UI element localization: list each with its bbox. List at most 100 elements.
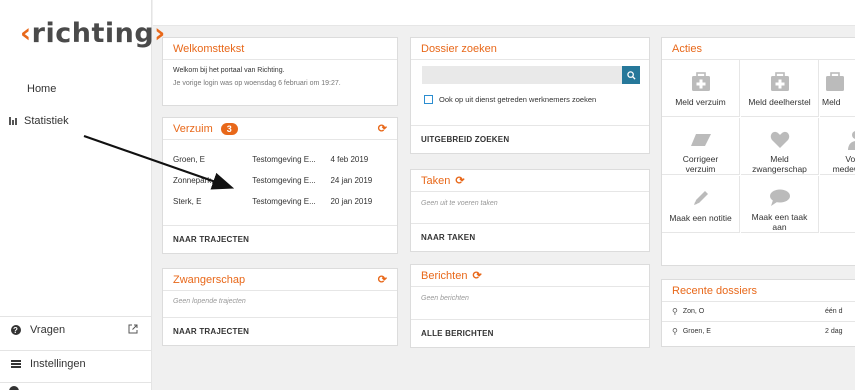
top-bar (153, 0, 855, 26)
row-name: Sterk, E (173, 197, 202, 206)
logo-chevron-left: ‹ (20, 18, 32, 49)
card-title: Dossier zoeken (411, 38, 649, 60)
heart-icon (770, 129, 790, 150)
user-icon (820, 129, 855, 150)
sidebar-item-label: Instellingen (30, 358, 86, 370)
recente-dossiers-card: Recente dossiers ⚲ Zon, O één d ⚲ Groen,… (661, 279, 855, 347)
card-title: Welkomsttekst (163, 38, 397, 60)
refresh-icon[interactable]: ⟳ (378, 273, 387, 286)
sidebar-item-label: Statistiek (24, 115, 69, 127)
card-header: Verzuim 3 ⟳ (163, 118, 397, 140)
card-title: Taken (421, 174, 451, 187)
refresh-icon[interactable]: ⟳ (472, 269, 481, 282)
list-item[interactable]: ⚲ Groen, E 2 dag (662, 321, 855, 340)
welcome-text: Welkom bij het portaal van Richting. (173, 67, 285, 74)
card-header: Berichten ⟳ (411, 265, 649, 287)
dossier-time: één d (825, 308, 843, 315)
meld-verzuim-button[interactable]: Meld verzuim (662, 60, 740, 117)
acties-card: Acties Meld verzuim Meld deelherstel Mel… (661, 37, 855, 266)
medkit-icon (822, 71, 855, 93)
dossier-zoeken-card: Dossier zoeken Ook op uit dienst getrede… (410, 37, 650, 154)
user-circle-icon (9, 386, 19, 390)
maak-notitie-button[interactable]: Maak een notitie (662, 176, 740, 233)
dossier-name: Zon, O (682, 308, 705, 315)
meld-deelherstel-button[interactable]: Meld deelherstel (741, 60, 819, 117)
uitgebreid-zoeken-link[interactable]: UITGEBREID ZOEKEN (411, 125, 649, 153)
welkomsttekst-card: Welkomsttekst Welkom bij het portaal van… (162, 37, 398, 106)
naar-taken-link[interactable]: NAAR TAKEN (411, 223, 649, 251)
count-badge: 3 (220, 122, 238, 135)
sidebar-item-instellingen[interactable]: Instellingen (0, 350, 152, 377)
list-item[interactable]: ⚲ Zon, O één d (662, 302, 855, 321)
card-header: Taken ⟳ (411, 170, 649, 192)
row-environment: Testomgeving E... (252, 176, 316, 185)
sidebar-item-label: Home (27, 83, 57, 95)
action-label: Meld verzuim (675, 97, 726, 107)
card-title: Recente dossiers (662, 280, 855, 302)
pencil-icon (692, 187, 710, 209)
search-input[interactable] (422, 66, 640, 84)
card-title: Acties (662, 38, 855, 60)
eraser-icon (690, 129, 712, 150)
sidebar-item-vragen[interactable]: ? Vragen (0, 316, 152, 343)
naar-trajecten-link[interactable]: NAAR TRAJECTEN (163, 317, 397, 345)
taken-card: Taken ⟳ Geen uit te voeren taken NAAR TA… (410, 169, 650, 252)
sidebar: ‹richting› Home Statistiek ? Vragen Inst… (0, 0, 165, 390)
empty-state-text: Geen uit te voeren taken (421, 200, 498, 207)
dossier-time: 2 dag (825, 327, 843, 335)
refresh-icon[interactable]: ⟳ (455, 174, 464, 187)
medkit-icon (769, 71, 791, 93)
external-link-icon (128, 324, 138, 337)
row-date: 24 jan 2019 (330, 176, 373, 185)
corrigeer-verzuim-button[interactable]: Corrigeer verzuim (662, 118, 740, 175)
card-title: Verzuim (173, 122, 213, 135)
pin-icon: ⚲ (672, 326, 678, 336)
zwangerschap-card: Zwangerschap ⟳ Geen lopende trajecten NA… (162, 268, 398, 346)
maak-taak-button[interactable]: Maak een taak aan (741, 176, 819, 233)
sidebar-item-label: Vragen (30, 324, 66, 336)
meld-button[interactable]: Meld (820, 60, 855, 117)
alle-berichten-link[interactable]: ALLE BERICHTEN (411, 319, 649, 347)
empty-action-slot (820, 176, 855, 233)
richting-logo[interactable]: ‹richting› (20, 18, 166, 49)
verzuim-list: Groen, E Testomgeving E... 4 feb 2019 Zo… (163, 149, 397, 212)
row-name: Groen, E (173, 155, 206, 164)
speech-bubble-icon (769, 187, 791, 208)
card-header: Zwangerschap ⟳ (163, 269, 397, 291)
search-icon (626, 70, 636, 80)
sidebar-item-partial[interactable] (0, 382, 152, 390)
action-label: Meld deelherstel (748, 97, 811, 107)
table-row[interactable]: Sterk, E Testomgeving E... 20 jan 2019 (163, 191, 397, 212)
action-label: Meld zwangerschap (752, 154, 807, 174)
action-label: Maak een notitie (669, 213, 732, 223)
dossier-name: Groen, E (682, 327, 711, 335)
sidebar-item-statistiek[interactable]: Statistiek (9, 115, 69, 127)
inactive-employees-checkbox[interactable] (424, 95, 433, 104)
refresh-icon[interactable]: ⟳ (378, 122, 387, 135)
row-name: Zonnepark, U (173, 176, 222, 185)
meld-zwangerschap-button[interactable]: Meld zwangerschap (741, 118, 819, 175)
empty-state-text: Geen lopende trajecten (173, 298, 246, 305)
sidebar-item-home[interactable]: Home (27, 83, 56, 95)
action-label: Corrigeer verzuim (682, 154, 719, 174)
row-date: 20 jan 2019 (330, 197, 373, 206)
list-icon (9, 359, 22, 370)
action-label: Voe medew (832, 154, 855, 174)
bar-chart-icon (9, 117, 18, 125)
table-row[interactable]: Zonnepark, U Testomgeving E... 24 jan 20… (163, 170, 397, 191)
row-date: 4 feb 2019 (330, 155, 369, 164)
table-row[interactable]: Groen, E Testomgeving E... 4 feb 2019 (163, 149, 397, 170)
card-title: Zwangerschap (173, 273, 246, 286)
action-label: Meld (822, 97, 841, 107)
pin-icon: ⚲ (672, 307, 678, 316)
row-environment: Testomgeving E... (252, 197, 316, 206)
medkit-icon (690, 71, 712, 93)
naar-trajecten-link[interactable]: NAAR TRAJECTEN (163, 225, 397, 253)
search-button[interactable] (622, 66, 640, 84)
voeg-medewerker-button[interactable]: Voe medew (820, 118, 855, 175)
last-login-text: Je vorige login was op woensdag 6 februa… (173, 80, 341, 87)
empty-state-text: Geen berichten (421, 295, 469, 302)
action-label: Maak een taak aan (751, 212, 808, 232)
question-circle-icon: ? (9, 325, 22, 335)
logo-text: richting (31, 18, 155, 49)
